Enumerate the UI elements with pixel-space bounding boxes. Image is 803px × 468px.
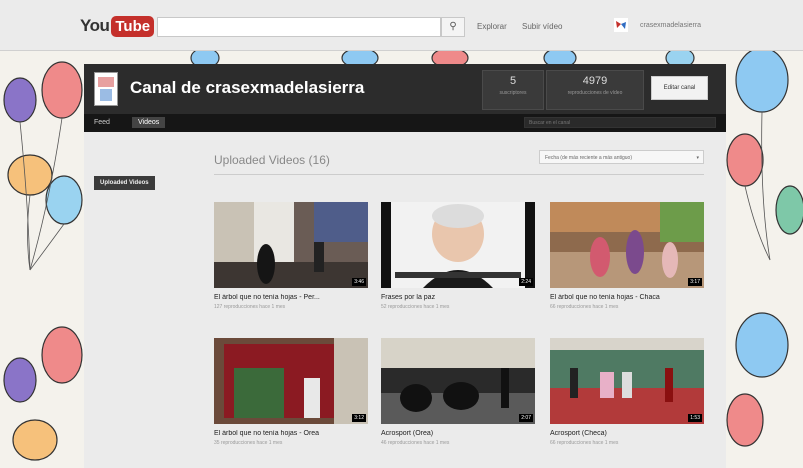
- channel-avatar[interactable]: [94, 72, 118, 106]
- video-thumbnail[interactable]: 2:07: [381, 338, 535, 424]
- video-card[interactable]: 3:12 El árbol que no tenía hojas - Orea …: [214, 338, 368, 446]
- video-thumbnail[interactable]: 3:12: [214, 338, 368, 424]
- section-title: Uploaded Videos (16): [214, 153, 330, 167]
- video-thumbnail[interactable]: 2:24: [381, 202, 535, 288]
- edit-channel-button[interactable]: Editar canal: [651, 76, 708, 100]
- uploaded-videos-button[interactable]: Uploaded Videos: [94, 176, 155, 190]
- sort-select[interactable]: Fecha (de más reciente a más antiguo) ▾: [539, 150, 704, 164]
- channel-panel: Canal de crasexmadelasierra 5 suscriptor…: [84, 64, 726, 468]
- youtube-logo[interactable]: You Tube: [80, 13, 155, 39]
- logo-tube: Tube: [111, 15, 155, 37]
- youtube-header: You Tube ⚲ Explorar Subir vídeo crasexma…: [0, 0, 803, 51]
- video-thumbnail[interactable]: 3:46: [214, 202, 368, 288]
- video-card[interactable]: 2:07 Acrosport (Orea) 46 reproducciones …: [381, 338, 535, 446]
- tab-videos[interactable]: Videos: [132, 117, 166, 128]
- video-title[interactable]: Acrosport (Checa): [550, 430, 704, 437]
- video-title[interactable]: El árbol que no tenía hojas - Chaca: [550, 294, 704, 301]
- video-meta: 127 reproducciones hace 1 mes: [214, 304, 286, 310]
- upload-link[interactable]: Subir vídeo: [522, 22, 562, 31]
- video-card[interactable]: 3:17 El árbol que no tenía hojas - Chaca…: [550, 202, 704, 310]
- view-count: 4979 reproducciones de vídeo: [546, 70, 644, 110]
- search-button[interactable]: ⚲: [441, 17, 465, 37]
- video-meta: 46 reproducciones hace 1 mes: [381, 440, 450, 446]
- channel-nav: Feed Videos Buscar en el canal: [84, 114, 726, 132]
- subscriber-value: 5: [509, 75, 517, 87]
- sort-label: Fecha (de más reciente a más antiguo): [545, 155, 632, 161]
- video-title[interactable]: El árbol que no tenía hojas - Per...: [214, 294, 368, 301]
- tab-feed[interactable]: Feed: [88, 117, 116, 128]
- chevron-down-icon: ▾: [696, 155, 699, 161]
- video-thumbnail[interactable]: 3:17: [550, 202, 704, 288]
- search-input[interactable]: [157, 17, 441, 37]
- video-card[interactable]: 2:24 Frases por la paz 52 reproducciones…: [381, 202, 535, 310]
- video-card[interactable]: 3:46 El árbol que no tenía hojas - Per..…: [214, 202, 368, 310]
- divider: [214, 174, 704, 175]
- video-meta: 66 reproducciones hace 1 mes: [550, 440, 619, 446]
- video-title[interactable]: Frases por la paz: [381, 294, 535, 301]
- username-link[interactable]: crasexmadelasierra: [640, 22, 701, 29]
- video-duration: 1:53: [688, 414, 702, 422]
- video-duration: 3:46: [352, 278, 366, 286]
- avatar[interactable]: [614, 18, 628, 32]
- video-duration: 2:07: [519, 414, 533, 422]
- video-duration: 3:12: [352, 414, 366, 422]
- view-value: 4979: [582, 75, 608, 87]
- video-title[interactable]: El árbol que no tenía hojas - Orea: [214, 430, 368, 437]
- video-meta: 52 reproducciones hace 1 mes: [381, 304, 450, 310]
- video-duration: 2:24: [519, 278, 533, 286]
- video-meta: 35 reproducciones hace 1 mes: [214, 440, 283, 446]
- video-duration: 3:17: [688, 278, 702, 286]
- search-icon: ⚲: [449, 21, 457, 32]
- channel-title: Canal de crasexmadelasierra: [130, 78, 365, 97]
- channel-search-input[interactable]: Buscar en el canal: [524, 117, 716, 128]
- subscriber-label: suscriptores: [499, 90, 527, 96]
- channel-header: Canal de crasexmadelasierra 5 suscriptor…: [84, 64, 726, 114]
- explore-link[interactable]: Explorar: [477, 22, 507, 31]
- logo-you: You: [80, 16, 110, 35]
- view-label: reproducciones de vídeo: [567, 90, 623, 96]
- video-title[interactable]: Acrosport (Orea): [381, 430, 535, 437]
- video-thumbnail[interactable]: 1:53: [550, 338, 704, 424]
- subscriber-count: 5 suscriptores: [482, 70, 544, 110]
- video-meta: 66 reproducciones hace 1 mes: [550, 304, 619, 310]
- video-card[interactable]: 1:53 Acrosport (Checa) 66 reproducciones…: [550, 338, 704, 446]
